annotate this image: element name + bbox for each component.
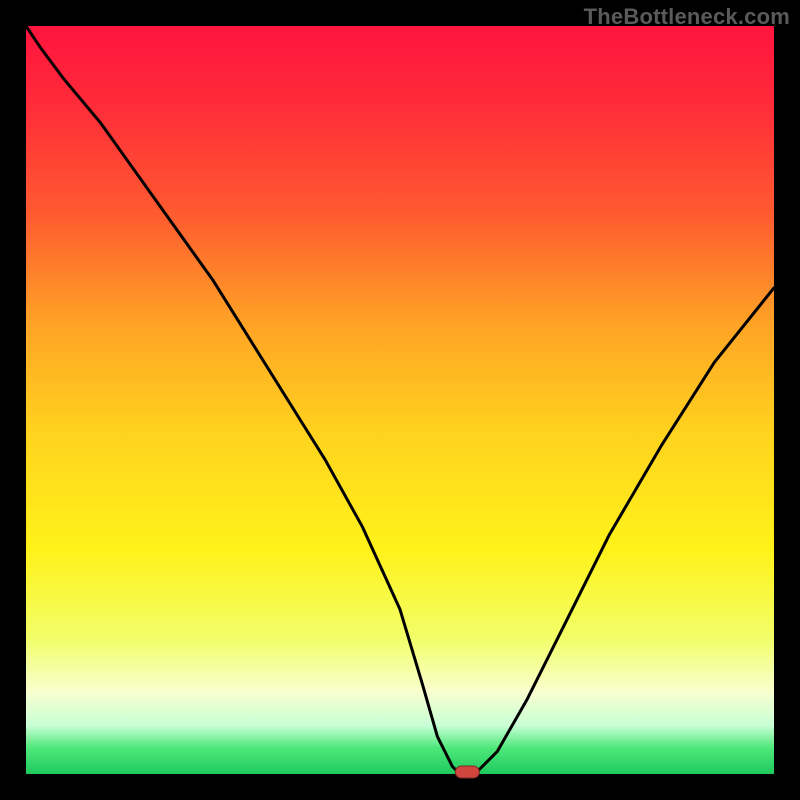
plot-background (26, 26, 774, 774)
watermark-text: TheBottleneck.com (584, 4, 790, 30)
chart-frame: TheBottleneck.com (0, 0, 800, 800)
bottleneck-chart (0, 0, 800, 800)
optimal-marker (455, 766, 479, 778)
